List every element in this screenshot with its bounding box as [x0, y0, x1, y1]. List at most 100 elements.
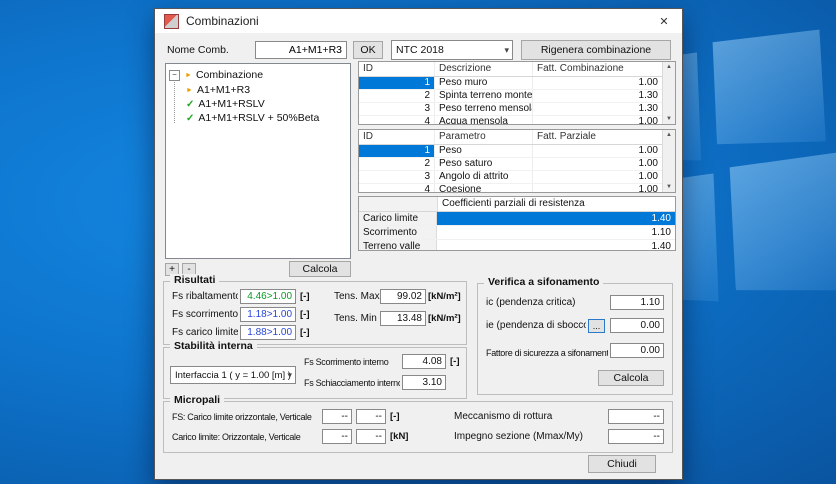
table-row[interactable]: 4 Coesione 1.00: [359, 184, 662, 192]
cell-value[interactable]: 1.40: [437, 212, 675, 225]
table-row[interactable]: Terreno valle 1.40: [359, 240, 675, 250]
scroll-up-icon[interactable]: ▲: [666, 132, 672, 138]
cell-fatt[interactable]: 1.00: [533, 116, 662, 124]
row-header[interactable]: Terreno valle: [359, 240, 437, 250]
risultati-title: Risultati: [170, 274, 220, 286]
table-row[interactable]: Scorrimento 1.10: [359, 226, 675, 240]
cell-id[interactable]: 3: [359, 171, 435, 183]
fs-scorrimento-interno-label: Fs Scorrimento interno: [304, 357, 389, 367]
scroll-up-icon[interactable]: ▲: [666, 64, 672, 70]
micropali-title: Micropali: [170, 394, 225, 406]
cell-fatt[interactable]: 1.00: [533, 158, 662, 170]
cell-id[interactable]: 2: [359, 90, 435, 102]
fs-ribaltamento-value[interactable]: 4.46>1.00: [240, 289, 296, 304]
cell-descrizione[interactable]: Peso muro: [435, 77, 533, 89]
cell-fatt[interactable]: 1.00: [533, 184, 662, 192]
fs-carico-limite-value[interactable]: 1.88>1.00: [240, 325, 296, 340]
interfaccia-select[interactable]: Interfaccia 1 ( y = 1.00 [m] ) ▾: [170, 366, 296, 384]
fs-scorrimento-interno-value[interactable]: 4.08: [402, 354, 446, 369]
combinazioni-tree[interactable]: − ► Combinazione ► A1+M1+R3 ✓ A1+M1+RSLV…: [165, 63, 351, 259]
carico-verticale-value[interactable]: --: [356, 429, 386, 444]
ie-label: ie (pendenza di sbocco): [486, 320, 586, 331]
tree-item-label: A1+M1+RSLV: [198, 98, 265, 110]
calcola-button[interactable]: Calcola: [289, 261, 351, 277]
ok-button[interactable]: OK: [353, 41, 383, 59]
cell-id[interactable]: 1: [359, 145, 435, 157]
col-header-fatt[interactable]: Fatt. Combinazione: [533, 62, 662, 76]
tree-guide-line: [174, 79, 175, 123]
tree-collapse-icon[interactable]: −: [169, 69, 180, 81]
title-bar[interactable]: Combinazioni ✕: [155, 9, 682, 33]
fs-scorrimento-value[interactable]: 1.18>1.00: [240, 307, 296, 322]
table-row[interactable]: 2 Spinta terreno monte 1.30: [359, 90, 662, 103]
micropali-group: Micropali FS: Carico limite orizzontale,…: [163, 394, 673, 453]
meccanismo-rottura-label: Meccanismo di rottura: [454, 411, 553, 422]
vertical-scrollbar[interactable]: ▲ ▼: [662, 130, 675, 192]
app-icon: [164, 13, 179, 29]
cell-descrizione[interactable]: Spinta terreno monte: [435, 90, 533, 102]
fs-orizzontale-value[interactable]: --: [322, 409, 352, 424]
col-header-descrizione[interactable]: Descrizione: [435, 62, 533, 76]
fs-schiacciamento-interno-value[interactable]: 3.10: [402, 375, 446, 390]
tens-max-label: Tens. Max: [334, 291, 380, 302]
cell-fatt[interactable]: 1.00: [533, 145, 662, 157]
scroll-down-icon[interactable]: ▼: [666, 184, 672, 190]
cell-value[interactable]: 1.10: [437, 226, 675, 239]
table-row[interactable]: 2 Peso saturo 1.00: [359, 158, 662, 171]
cell-id[interactable]: 2: [359, 158, 435, 170]
chiudi-button[interactable]: Chiudi: [588, 455, 656, 473]
cell-parametro[interactable]: Peso saturo: [435, 158, 533, 170]
col-header-id[interactable]: ID: [359, 130, 435, 144]
table-row[interactable]: 1 Peso muro 1.00: [359, 77, 662, 90]
vertical-scrollbar[interactable]: ▲ ▼: [662, 62, 675, 124]
ic-value[interactable]: 1.10: [610, 295, 664, 310]
col-header-coefficienti[interactable]: Coefficienti parziali di resistenza: [438, 197, 675, 211]
tree-item-combo-3[interactable]: ✓ A1+M1+RSLV + 50%Beta: [186, 112, 319, 124]
cell-id[interactable]: 3: [359, 103, 435, 115]
cell-descrizione[interactable]: Acqua mensola: [435, 116, 533, 124]
scroll-down-icon[interactable]: ▼: [666, 116, 672, 122]
fattore-sifonamento-value[interactable]: 0.00: [610, 343, 664, 358]
cell-value[interactable]: 1.40: [437, 240, 675, 250]
fs-carico-limite-label: Fs carico limite: [172, 327, 238, 338]
cell-fatt[interactable]: 1.00: [533, 77, 662, 89]
impegno-sezione-value[interactable]: --: [608, 429, 664, 444]
row-header[interactable]: Scorrimento: [359, 226, 437, 239]
cell-id[interactable]: 1: [359, 77, 435, 89]
tree-item-combo-1[interactable]: ► A1+M1+R3: [186, 84, 250, 96]
table-row[interactable]: 1 Peso 1.00: [359, 145, 662, 158]
fs-verticale-value[interactable]: --: [356, 409, 386, 424]
row-header[interactable]: Carico limite: [359, 212, 437, 225]
nome-comb-input[interactable]: [255, 41, 347, 59]
cell-parametro[interactable]: Angolo di attrito: [435, 171, 533, 183]
cell-parametro[interactable]: Coesione: [435, 184, 533, 192]
cell-fatt[interactable]: 1.30: [533, 90, 662, 102]
tree-item-combo-2[interactable]: ✓ A1+M1+RSLV: [186, 98, 265, 110]
normativa-select[interactable]: NTC 2018 ▾: [391, 40, 513, 60]
col-header-id[interactable]: ID: [359, 62, 435, 76]
tens-max-value[interactable]: 99.02: [380, 289, 426, 304]
calcola-sifonamento-button[interactable]: Calcola: [598, 370, 664, 386]
table-row[interactable]: Carico limite 1.40: [359, 212, 675, 226]
browse-button[interactable]: ...: [588, 319, 605, 333]
carico-orizzontale-value[interactable]: --: [322, 429, 352, 444]
cell-parametro[interactable]: Peso: [435, 145, 533, 157]
cell-fatt[interactable]: 1.30: [533, 103, 662, 115]
impegno-sezione-label: Impegno sezione (Mmax/My): [454, 431, 583, 442]
cell-descrizione[interactable]: Peso terreno mensola: [435, 103, 533, 115]
col-header-parametro[interactable]: Parametro: [435, 130, 533, 144]
table-header-row: ID Descrizione Fatt. Combinazione: [359, 62, 662, 77]
cell-id[interactable]: 4: [359, 116, 435, 124]
cell-id[interactable]: 4: [359, 184, 435, 192]
ie-value[interactable]: 0.00: [610, 318, 664, 333]
table-row[interactable]: 3 Angolo di attrito 1.00: [359, 171, 662, 184]
cell-fatt[interactable]: 1.00: [533, 171, 662, 183]
meccanismo-rottura-value[interactable]: --: [608, 409, 664, 424]
rigenera-combinazione-button[interactable]: Rigenera combinazione: [521, 40, 671, 60]
col-header-fatt-parziale[interactable]: Fatt. Parziale: [533, 130, 662, 144]
table-row[interactable]: 3 Peso terreno mensola 1.30: [359, 103, 662, 116]
table-row[interactable]: 4 Acqua mensola 1.00: [359, 116, 662, 124]
tree-root-item[interactable]: − ► Combinazione: [169, 69, 263, 81]
close-icon[interactable]: ✕: [655, 15, 673, 28]
tens-min-value[interactable]: 13.48: [380, 311, 426, 326]
